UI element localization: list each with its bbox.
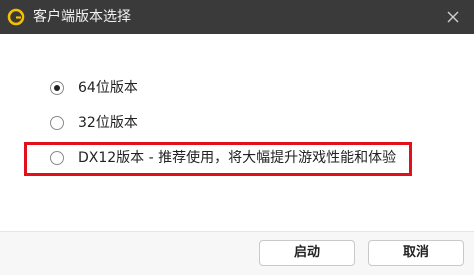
option-32bit-label: 32位版本	[78, 115, 138, 131]
start-button[interactable]: 启动	[259, 240, 355, 266]
dialog-title: 客户端版本选择	[33, 9, 131, 25]
option-64bit-label: 64位版本	[78, 80, 138, 96]
radio-64bit[interactable]	[50, 81, 64, 95]
title-bar: 客户端版本选择	[0, 0, 474, 34]
close-icon[interactable]	[446, 10, 460, 24]
cancel-button[interactable]: 取消	[368, 240, 464, 266]
version-select-dialog: 客户端版本选择 64位版本 32位版本 DX12版本 - 推荐使用，将大幅提升游…	[0, 0, 474, 275]
game-logo-icon	[7, 8, 25, 26]
dx12-highlight-box	[24, 142, 412, 176]
radio-32bit[interactable]	[50, 116, 64, 130]
